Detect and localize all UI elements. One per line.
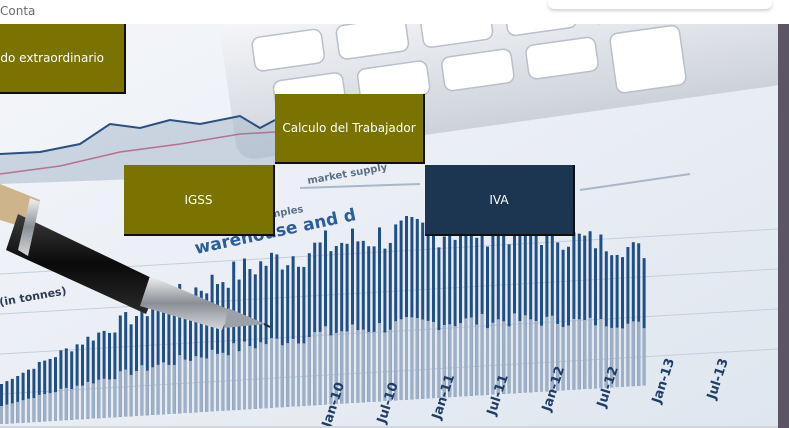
calculo-del-trabajador-button[interactable]: Calculo del Trabajador xyxy=(275,94,425,164)
titlebar-search-box[interactable] xyxy=(548,0,772,9)
iva-button[interactable]: IVA xyxy=(425,165,575,236)
window-title: Conta xyxy=(0,4,36,18)
sueldo-extraordinario-button[interactable]: Sueldo extraordinario xyxy=(0,24,126,94)
sueldo-extraordinario-label: Sueldo extraordinario xyxy=(0,51,104,65)
iva-label: IVA xyxy=(489,192,509,207)
window-right-edge xyxy=(778,24,789,428)
calculo-del-trabajador-label: Calculo del Trabajador xyxy=(282,121,416,135)
igss-label: IGSS xyxy=(184,192,213,207)
title-bar: Conta xyxy=(0,0,789,24)
igss-button[interactable]: IGSS xyxy=(124,165,275,236)
